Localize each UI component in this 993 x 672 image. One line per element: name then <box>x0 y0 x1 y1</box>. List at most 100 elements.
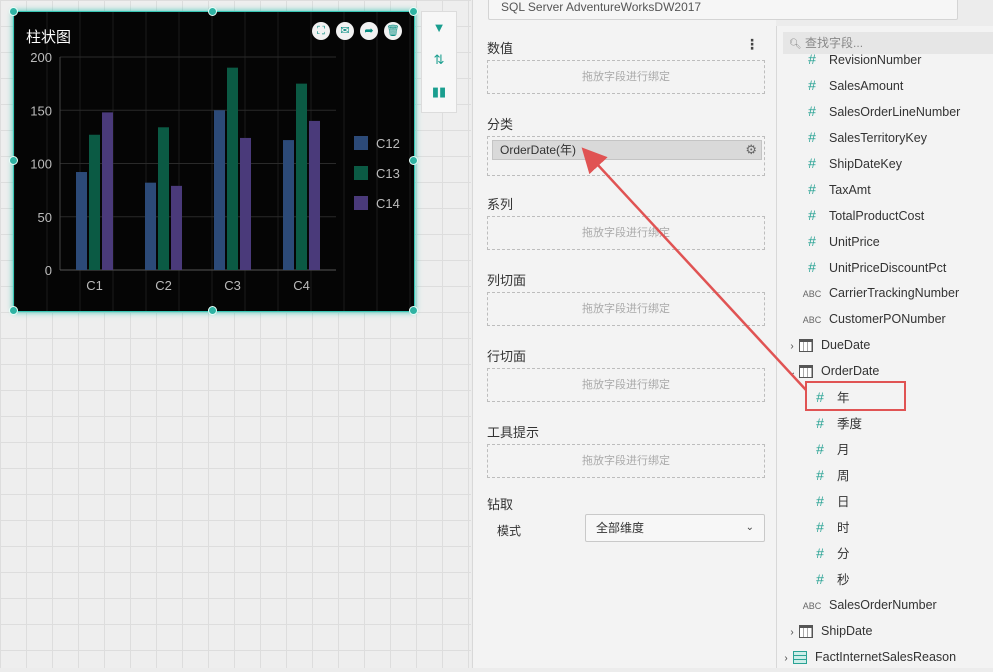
resize-handle[interactable] <box>409 7 418 16</box>
row-slice-label: 行切面 <box>487 349 527 364</box>
field-item[interactable]: # 分 <box>809 540 850 566</box>
text-icon: ABC <box>802 601 822 611</box>
text-icon: ABC <box>802 289 822 299</box>
row-slice-dropzone[interactable]: 拖放字段进行绑定 <box>487 368 765 402</box>
resize-handle[interactable] <box>9 156 18 165</box>
chevron-right-icon[interactable]: › <box>785 334 799 360</box>
field-item[interactable]: ABC CustomerPONumber <box>801 306 946 332</box>
comment-icon[interactable]: ✉ <box>336 22 354 40</box>
number-icon: # <box>816 441 824 457</box>
fullscreen-icon[interactable]: ⛶ <box>312 22 330 40</box>
resize-handle[interactable] <box>409 156 418 165</box>
tooltip-dropzone[interactable]: 拖放字段进行绑定 <box>487 444 765 478</box>
text-icon: ABC <box>802 315 822 325</box>
filter-icon[interactable]: ▼ <box>422 12 456 44</box>
field-label: ShipDateKey <box>829 157 902 171</box>
field-label: 季度 <box>837 417 863 431</box>
field-item[interactable]: ABC SalesOrderNumber <box>801 592 937 618</box>
share-icon[interactable]: ➦ <box>360 22 378 40</box>
field-item[interactable]: # 时 <box>809 514 850 540</box>
field-label: 秒 <box>837 573 850 587</box>
number-icon: # <box>808 207 816 223</box>
values-dropzone[interactable]: 拖放字段进行绑定 <box>487 60 765 94</box>
category-section-label: 分类 <box>487 117 514 132</box>
sort-icon[interactable]: ⇅ <box>422 44 456 76</box>
number-icon: # <box>808 155 816 171</box>
field-label: 月 <box>837 443 850 457</box>
field-item[interactable]: # SalesTerritoryKey <box>801 124 927 150</box>
field-item[interactable]: # 周 <box>809 462 849 488</box>
calendar-icon <box>799 365 813 379</box>
legend-swatch <box>354 196 368 210</box>
field-label: CarrierTrackingNumber <box>829 286 960 300</box>
chevron-right-icon[interactable]: › <box>779 646 793 672</box>
design-canvas[interactable]: 0 50 100 150 200 C1 C2 C3 C4 C12 C13 C14 柱状图 ⛶ ✉ ➦ … <box>0 0 471 668</box>
bar-c14-c1 <box>102 112 113 270</box>
resize-handle[interactable] <box>208 306 217 315</box>
field-label: SalesOrderLineNumber <box>829 105 961 119</box>
bar-chart-widget[interactable]: 0 50 100 150 200 C1 C2 C3 C4 C12 C13 C14 柱状图 ⛶ ✉ ➦ … <box>13 11 415 312</box>
resize-handle[interactable] <box>409 306 418 315</box>
field-item[interactable]: # 季度 <box>809 410 862 436</box>
number-icon: # <box>816 493 824 509</box>
bar-c13-c1 <box>89 134 100 270</box>
column-slice-label: 列切面 <box>487 273 527 288</box>
field-item[interactable]: # UnitPrice <box>801 228 880 254</box>
field-label: SalesOrderNumber <box>829 598 937 612</box>
field-item[interactable]: # UnitPriceDiscountPct <box>801 254 946 280</box>
chevron-down-icon[interactable]: ⌄ <box>785 360 799 386</box>
gear-icon[interactable]: ⚙ <box>745 142 757 158</box>
chevron-right-icon[interactable]: › <box>785 620 799 646</box>
number-icon: # <box>808 51 816 67</box>
field-label: TaxAmt <box>829 183 871 197</box>
resize-handle[interactable] <box>9 7 18 16</box>
field-label: 时 <box>837 521 850 535</box>
column-slice-dropzone[interactable]: 拖放字段进行绑定 <box>487 292 765 326</box>
bar-c13-c2 <box>158 127 169 270</box>
field-item[interactable]: › FactInternetSalesReason <box>779 644 956 670</box>
field-item[interactable]: # ShipDateKey <box>801 150 902 176</box>
series-dropzone[interactable]: 拖放字段进行绑定 <box>487 216 765 250</box>
bar-c13-c3 <box>227 67 238 271</box>
drill-mode-select[interactable]: 全部维度 ⌄ <box>585 514 765 542</box>
delete-icon[interactable]: 🗑 <box>384 22 402 40</box>
series-section-label: 系列 <box>487 197 514 212</box>
category-dropzone[interactable]: OrderDate(年) ⚙ <box>487 136 765 176</box>
resize-handle[interactable] <box>208 7 217 16</box>
x-tick-label: C4 <box>293 278 310 293</box>
bar-c12-c4 <box>283 140 294 270</box>
y-tick-label: 50 <box>38 210 52 225</box>
legend-swatch <box>354 136 368 150</box>
y-tick-label: 150 <box>30 103 52 118</box>
mode-label: 模式 <box>497 524 522 538</box>
field-item[interactable]: # 月 <box>809 436 850 462</box>
field-label: ShipDate <box>821 624 873 638</box>
field-label: RevisionNumber <box>829 53 922 67</box>
field-label: 分 <box>837 547 850 561</box>
more-options-icon[interactable]: ⋮ <box>745 36 759 53</box>
chevron-down-icon: ⌄ <box>745 522 754 533</box>
field-item[interactable]: # SalesOrderLineNumber <box>801 98 960 124</box>
resize-handle[interactable] <box>9 306 18 315</box>
table-icon <box>793 651 807 665</box>
values-section-label: 数值 <box>487 41 514 56</box>
field-item[interactable]: ABC CarrierTrackingNumber <box>801 280 959 306</box>
field-item[interactable]: › DueDate <box>785 332 870 358</box>
field-item[interactable]: # SalesAmount <box>801 72 903 98</box>
number-icon: # <box>816 415 824 431</box>
field-item[interactable]: › ShipDate <box>785 618 872 644</box>
number-icon: # <box>816 545 824 561</box>
field-label: UnitPrice <box>829 235 880 249</box>
chart-type-icon[interactable]: ▮▮ <box>422 76 456 108</box>
field-item[interactable]: # TaxAmt <box>801 176 871 202</box>
datasource-select[interactable]: SQL Server AdventureWorksDW2017 <box>488 0 958 20</box>
bar-c14-c3 <box>240 137 251 270</box>
drill-section-label: 钻取 <box>487 497 514 512</box>
widget-toolbar: ▼ ⇅ ▮▮ <box>421 11 457 113</box>
field-item[interactable]: # TotalProductCost <box>801 202 924 228</box>
field-item[interactable]: # 秒 <box>809 566 850 592</box>
field-item[interactable]: # RevisionNumber <box>801 46 921 72</box>
bar-c12-c3 <box>214 110 225 270</box>
category-field-pill[interactable]: OrderDate(年) ⚙ <box>492 140 762 160</box>
field-item[interactable]: # 日 <box>809 488 849 514</box>
